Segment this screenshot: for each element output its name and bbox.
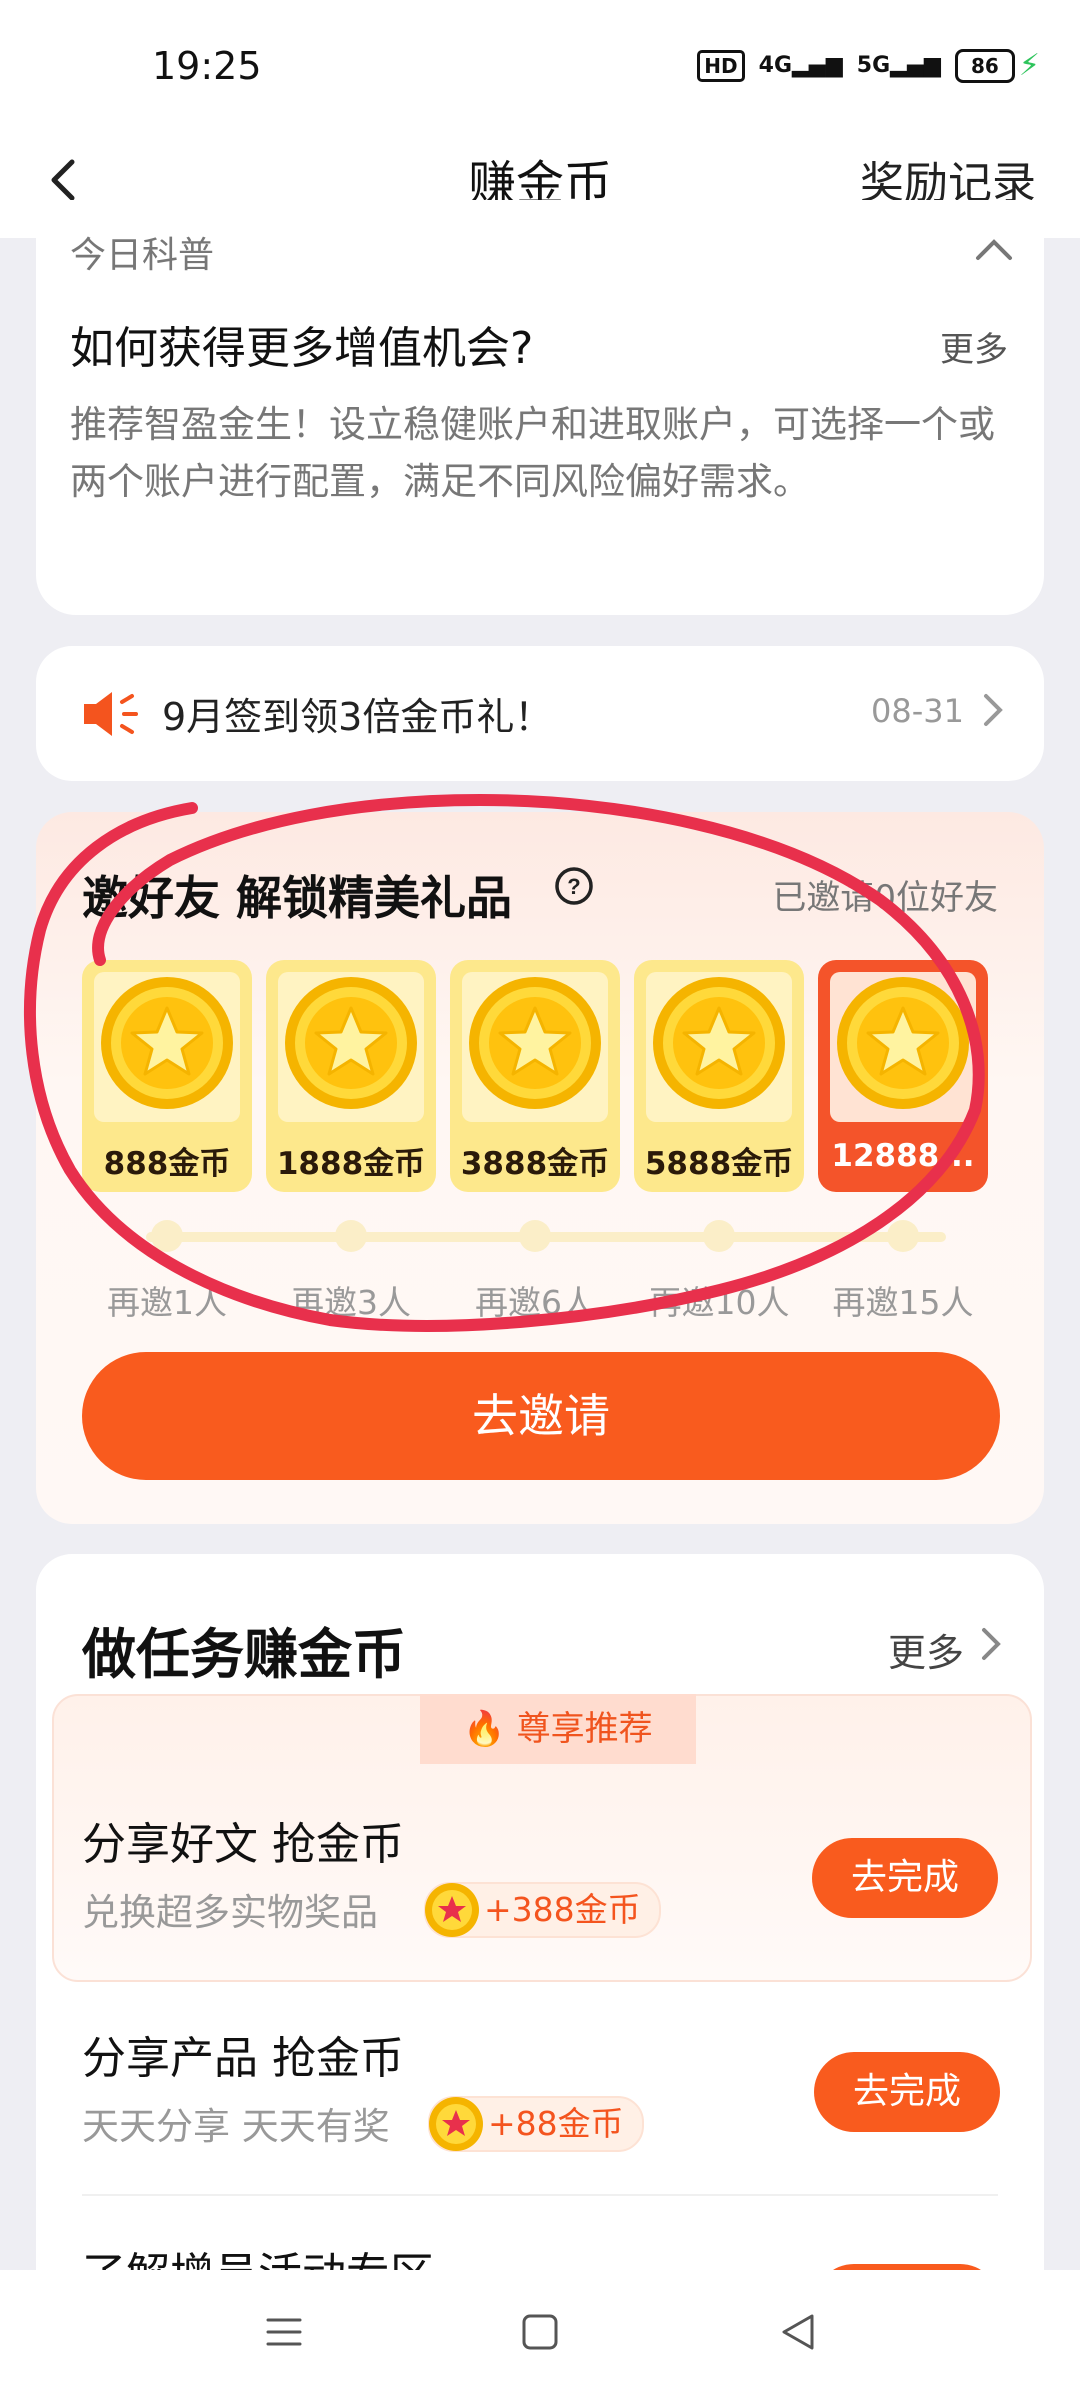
notice-text: 9月签到领3倍金币礼！ — [162, 695, 553, 739]
progress-dot — [335, 1220, 367, 1252]
speaker-icon — [84, 692, 138, 736]
gift-tier[interactable]: 3888金币 — [450, 960, 620, 1192]
complete-task-button[interactable]: 去完成 — [814, 2052, 1000, 2132]
step-label: 再邀1人 — [107, 1283, 227, 1322]
notice-date: 08-31 — [871, 692, 964, 730]
gift-tier[interactable]: 12888... — [818, 960, 988, 1192]
daily-science-card: 今日科普 如何获得更多增值机会? 更多 推荐智盈金生！设立稳健账户和进取账户，可… — [36, 200, 1044, 615]
gift-tier[interactable]: 5888金币 — [634, 960, 804, 1192]
gift-label: 5888金币 — [644, 1146, 794, 1182]
gift-label: 3888金币 — [460, 1146, 610, 1182]
science-more-link[interactable]: 更多 — [940, 322, 1008, 371]
step-label: 再邀3人 — [291, 1283, 411, 1322]
status-bar: 19:25 HD 4G▂▄▆ 5G▂▄▆ 86 ⚡ — [0, 0, 1080, 130]
invite-title: 邀好友 解锁精美礼品 — [82, 871, 513, 925]
divider — [82, 2194, 998, 2196]
battery-icon: 86 ⚡ — [954, 48, 1040, 83]
system-nav-bar — [0, 2270, 1080, 2400]
coin-icon — [425, 1883, 479, 1937]
science-title: 如何获得更多增值机会? — [70, 323, 534, 374]
step-label: 再邀6人 — [475, 1283, 595, 1322]
invited-count: 已邀请0位好友 — [772, 878, 998, 918]
gold-coin-icon — [653, 977, 785, 1109]
recommend-tag: 🔥 尊享推荐 — [420, 1694, 696, 1764]
invite-friends-card: 邀好友 解锁精美礼品 ? 已邀请0位好友 888金币 1888金币 3888金币… — [36, 812, 1044, 1524]
collapse-chevron-icon[interactable] — [974, 234, 1014, 264]
progress-dot — [151, 1220, 183, 1252]
signin-notice-card[interactable]: 9月签到领3倍金币礼！ 08-31 — [36, 646, 1044, 781]
gold-coin-icon — [101, 977, 233, 1109]
tasks-more-link[interactable]: 更多 — [888, 1622, 964, 1677]
progress-dot — [519, 1220, 551, 1252]
task-name: 分享产品 抢金币 — [82, 2033, 404, 2084]
battery-level: 86 — [954, 48, 1015, 83]
signal-5g-icon: 5G▂▄▆ — [856, 53, 941, 78]
help-icon[interactable]: ? — [554, 866, 594, 906]
status-time: 19:25 — [152, 44, 262, 88]
science-body: 推荐智盈金生！设立稳健账户和进取账户，可选择一个或两个账户进行配置，满足不同风险… — [70, 403, 995, 503]
reward-pill: +388金币 — [424, 1882, 661, 1938]
gift-label: 1888金币 — [276, 1146, 426, 1182]
daily-science-label: 今日科普 — [70, 235, 215, 276]
status-icons: HD 4G▂▄▆ 5G▂▄▆ 86 ⚡ — [697, 48, 1040, 83]
coin-icon — [429, 2097, 483, 2151]
task-desc: 兑换超多实物奖品 — [82, 1891, 378, 1934]
chevron-right-icon — [982, 1628, 1001, 1660]
gift-label: 12888... — [831, 1138, 975, 1174]
signal-4g-icon: 4G▂▄▆ — [758, 53, 843, 78]
svg-text:?: ? — [567, 874, 580, 899]
gift-label: 888金币 — [103, 1146, 231, 1182]
hd-icon: HD — [697, 49, 745, 82]
menu-icon[interactable] — [262, 2310, 306, 2354]
recommend-tag-label: 尊享推荐 — [516, 1709, 653, 1749]
gold-coin-icon — [837, 977, 969, 1109]
gold-coin-icon — [285, 977, 417, 1109]
task-name: 分享好文 抢金币 — [82, 1819, 404, 1870]
reward-pill: +88金币 — [428, 2096, 644, 2152]
progress-dot — [887, 1220, 919, 1252]
fire-icon: 🔥 — [463, 1709, 506, 1749]
reward-amount: +388金币 — [484, 1890, 641, 1929]
step-label: 再邀10人 — [648, 1283, 790, 1322]
progress-dot — [703, 1220, 735, 1252]
tasks-title: 做任务赚金币 — [82, 1623, 406, 1686]
task-desc: 天天分享 天天有奖 — [82, 2105, 390, 2148]
gold-coin-icon — [469, 977, 601, 1109]
step-label: 再邀15人 — [832, 1283, 974, 1322]
back-triangle-icon[interactable] — [776, 2310, 820, 2354]
reward-amount: +88金币 — [488, 2104, 624, 2143]
net-5g-label: 5G — [856, 53, 891, 78]
invite-button[interactable]: 去邀请 — [82, 1352, 1000, 1480]
chevron-right-icon — [984, 694, 1003, 726]
home-square-icon[interactable] — [518, 2310, 562, 2354]
charging-icon: ⚡ — [1018, 48, 1040, 83]
complete-task-button[interactable]: 去完成 — [812, 1838, 998, 1918]
gift-tier[interactable]: 1888金币 — [266, 960, 436, 1192]
gift-tier[interactable]: 888金币 — [82, 960, 252, 1192]
net-4g-label: 4G — [758, 53, 793, 78]
